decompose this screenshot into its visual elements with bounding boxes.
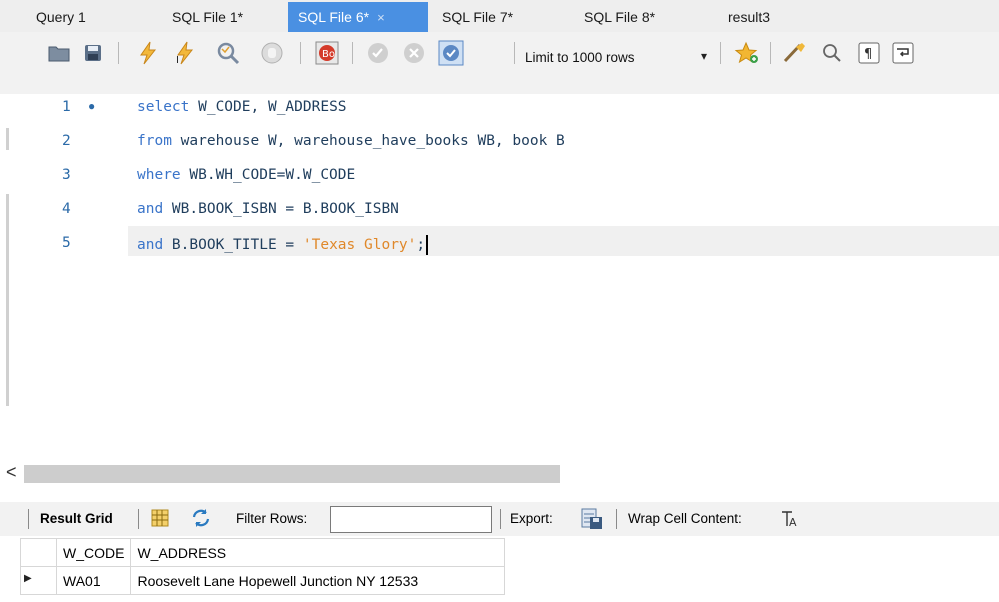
limit-rows-select[interactable]: Limit to 1000 rows: [525, 50, 635, 65]
code-line-3: 3 where WB.WH_CODE=W.W_CODE: [0, 162, 999, 190]
svg-text:A: A: [789, 516, 797, 529]
rollback-icon[interactable]: [400, 40, 428, 66]
tab-label: result3: [728, 9, 771, 25]
wrap-cell-label: Wrap Cell Content:: [628, 511, 742, 526]
sql-text: W_CODE, W_ADDRESS: [189, 99, 347, 115]
toolbar-separator: [138, 509, 139, 529]
line-number: 4: [62, 201, 71, 217]
toolbar-separator: [300, 42, 301, 64]
tab-query-1[interactable]: Query 1: [36, 2, 86, 32]
sql-text: warehouse W, warehouse_have_books WB, bo…: [171, 133, 565, 149]
refresh-icon[interactable]: [190, 507, 212, 532]
scroll-left-icon[interactable]: <: [6, 462, 17, 483]
chevron-down-icon[interactable]: ▾: [701, 49, 707, 63]
find-icon[interactable]: [818, 40, 846, 66]
toggle-stop-on-error-icon[interactable]: Bo: [312, 40, 342, 66]
tab-label: SQL File 1*: [172, 9, 244, 25]
tab-label: SQL File 8*: [584, 9, 656, 25]
beautify-icon[interactable]: [780, 40, 810, 66]
close-icon[interactable]: ×: [377, 10, 385, 25]
export-label: Export:: [510, 511, 553, 526]
text-cursor: [426, 235, 429, 255]
statement-marker-icon: ●: [88, 99, 96, 113]
column-header-w-code[interactable]: W_CODE: [55, 538, 132, 567]
scrollbar-thumb[interactable]: [24, 465, 560, 483]
tab-label: SQL File 7*: [442, 9, 514, 25]
sql-keyword: where: [137, 167, 181, 183]
tab-label: Query 1: [36, 9, 86, 25]
sql-keyword: and: [137, 237, 164, 253]
toolbar-separator: [28, 509, 29, 529]
line-number: 5: [62, 235, 71, 251]
sql-keyword: from: [137, 133, 172, 149]
explain-icon[interactable]: [214, 40, 244, 66]
wrap-cell-icon[interactable]: A: [780, 509, 800, 532]
invisible-chars-icon[interactable]: ¶: [856, 40, 882, 66]
toolbar-separator: [514, 42, 515, 64]
code-line-5: 5 and B.BOOK_TITLE = 'Texas Glory';: [0, 230, 999, 258]
execute-current-icon[interactable]: I: [172, 40, 200, 66]
gutter-marker: [6, 194, 9, 406]
svg-text:Bo: Bo: [322, 49, 335, 60]
code-line-1: 1 ● select W_CODE, W_ADDRESS: [0, 94, 999, 122]
tab-bar: Query 1 SQL File 1* SQL File 6* × SQL Fil…: [0, 0, 999, 32]
line-number: 2: [62, 133, 71, 149]
word-wrap-icon[interactable]: [890, 40, 916, 66]
table-cell[interactable]: Roosevelt Lane Hopewell Junction NY 1253…: [130, 566, 506, 595]
svg-text:¶: ¶: [864, 47, 872, 62]
toolbar-separator: [720, 42, 721, 64]
sql-editor[interactable]: 1 ● select W_CODE, W_ADDRESS 2 from ware…: [0, 94, 999, 458]
row-pointer-icon: ▶: [24, 573, 32, 584]
autocommit-icon[interactable]: [436, 40, 466, 66]
sql-text: WB.WH_CODE=W.W_CODE: [180, 167, 356, 183]
column-header-w-address[interactable]: W_ADDRESS: [130, 538, 506, 567]
line-number: 1: [62, 99, 71, 115]
save-icon[interactable]: [80, 40, 106, 66]
sql-text: B.BOOK_TITLE =: [163, 237, 303, 253]
toolbar-separator: [352, 42, 353, 64]
sql-string: 'Texas Glory': [302, 237, 417, 253]
tab-sql-file-7[interactable]: SQL File 7*: [442, 2, 513, 32]
code-line-2: 2 from warehouse W, warehouse_have_books…: [0, 128, 999, 156]
result-grid-tab[interactable]: Result Grid: [40, 511, 113, 526]
open-folder-icon[interactable]: [46, 40, 72, 66]
toolbar-separator: [500, 509, 501, 529]
horizontal-scrollbar[interactable]: <: [0, 462, 999, 486]
sql-text: WB.BOOK_ISBN = B.BOOK_ISBN: [163, 201, 399, 217]
svg-text:I: I: [176, 55, 179, 65]
stop-icon[interactable]: [258, 40, 286, 66]
tab-label: SQL File 6*: [298, 9, 370, 25]
tab-result3[interactable]: result3: [728, 2, 770, 32]
filter-rows-label: Filter Rows:: [236, 511, 308, 526]
result-toolbar: Result Grid Filter Rows: Export: Wrap Ce…: [0, 502, 999, 536]
line-number: 3: [62, 167, 71, 183]
sql-keyword: and: [137, 201, 164, 217]
toolbar-separator: [616, 509, 617, 529]
toolbar-separator: [770, 42, 771, 64]
toolbar-separator: [118, 42, 119, 64]
table-cell[interactable]: WA01: [55, 566, 132, 595]
execute-icon[interactable]: [134, 40, 162, 66]
filter-rows-input[interactable]: [330, 506, 492, 533]
sql-text: ;: [416, 237, 426, 253]
code-line-4: 4 and WB.BOOK_ISBN = B.BOOK_ISBN: [0, 196, 999, 224]
bookmark-star-icon[interactable]: [732, 40, 762, 66]
tab-sql-file-1[interactable]: SQL File 1*: [172, 2, 243, 32]
tab-sql-file-6[interactable]: SQL File 6* ×: [288, 2, 428, 32]
table-row[interactable]: WA01 Roosevelt Lane Hopewell Junction NY…: [20, 566, 506, 595]
commit-icon[interactable]: [364, 40, 392, 66]
export-icon[interactable]: [580, 507, 604, 534]
row-header-corner: [20, 538, 57, 567]
tab-sql-file-8[interactable]: SQL File 8*: [584, 2, 655, 32]
editor-toolbar: I Bo Limit to 1000 rows ▾ ¶: [0, 32, 999, 94]
result-grid: W_CODE W_ADDRESS WA01 Roosevelt Lane Hop…: [20, 538, 506, 595]
grid-view-icon[interactable]: [150, 508, 170, 531]
sql-keyword: select: [137, 99, 190, 115]
